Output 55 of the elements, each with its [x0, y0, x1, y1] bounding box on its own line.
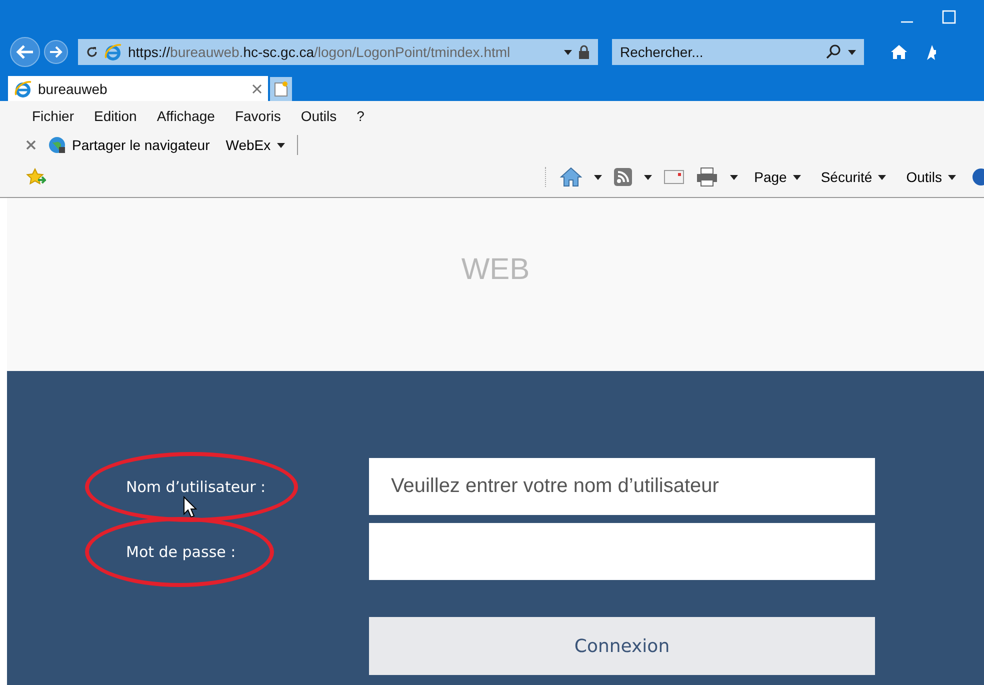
logo-text: WEB [461, 252, 530, 286]
username-field[interactable]: Veuillez entrer votre nom d’utilisateur [369, 458, 875, 515]
caret-icon [730, 174, 738, 180]
field-label: Nom d’utilisateur : [126, 478, 266, 496]
mouse-cursor-icon [183, 496, 197, 518]
back-button[interactable] [10, 37, 40, 67]
close-icon[interactable] [252, 84, 262, 94]
command-menu[interactable]: Page [750, 169, 805, 185]
login-button[interactable]: Connexion [369, 617, 875, 675]
menu-item[interactable]: ? [346, 108, 374, 124]
field-label: Mot de passe : [126, 542, 236, 560]
caret-icon [594, 174, 602, 180]
url-text: hc-sc.gc.ca [243, 44, 314, 60]
toolbar-link[interactable]: Partager le navigateur [44, 136, 214, 154]
feed-icon[interactable] [614, 168, 632, 186]
url-text: https:// [128, 44, 170, 60]
home-icon[interactable] [560, 167, 582, 187]
arrow-right-icon [49, 46, 63, 58]
caret-icon [878, 174, 886, 180]
arrow-left-icon [16, 45, 34, 59]
search-icon[interactable] [826, 44, 842, 60]
page-icon [274, 81, 288, 97]
caret-icon [276, 142, 285, 148]
menu-item[interactable]: Affichage [146, 108, 225, 124]
close-icon[interactable] [26, 140, 36, 150]
caret-icon [792, 174, 801, 180]
browser-logo-icon [104, 43, 122, 61]
address-bar[interactable]: https://bureauweb.hc-sc.gc.ca/logon/LogonPoint/tmindex.html [78, 39, 598, 65]
toolbar-link[interactable]: WebEx [222, 137, 289, 153]
command-menu[interactable]: Sécurité [816, 169, 890, 185]
lock-icon [578, 45, 590, 59]
url-text: bureauweb. [170, 44, 244, 60]
printer-icon[interactable] [696, 167, 718, 187]
password-field[interactable] [369, 523, 875, 580]
caret-icon [644, 174, 652, 180]
menu-item[interactable]: Outils [290, 108, 347, 124]
new-tab-button[interactable] [270, 77, 292, 101]
menu-item[interactable]: Favoris [224, 108, 291, 124]
caret-icon [564, 50, 572, 54]
browser-logo-icon [14, 80, 32, 98]
menu-item[interactable]: Fichier [22, 108, 84, 124]
home-icon[interactable] [890, 44, 908, 60]
caret-icon [948, 174, 956, 180]
menu-item[interactable]: Edition [84, 108, 147, 124]
command-menu[interactable]: Outils [902, 169, 960, 185]
forward-button[interactable] [44, 40, 68, 64]
refresh-icon[interactable] [86, 46, 98, 58]
browser-tab[interactable]: bureauweb [8, 76, 268, 101]
caret-icon [848, 50, 856, 54]
globe-icon [48, 136, 66, 154]
search-field[interactable]: Rechercher... [612, 39, 864, 65]
favorites-star-icon[interactable] [26, 168, 46, 186]
url-text: /logon/LogonPoint/tmindex.html [314, 44, 510, 60]
maximize-icon[interactable] [942, 10, 956, 24]
mail-icon[interactable] [664, 170, 684, 184]
